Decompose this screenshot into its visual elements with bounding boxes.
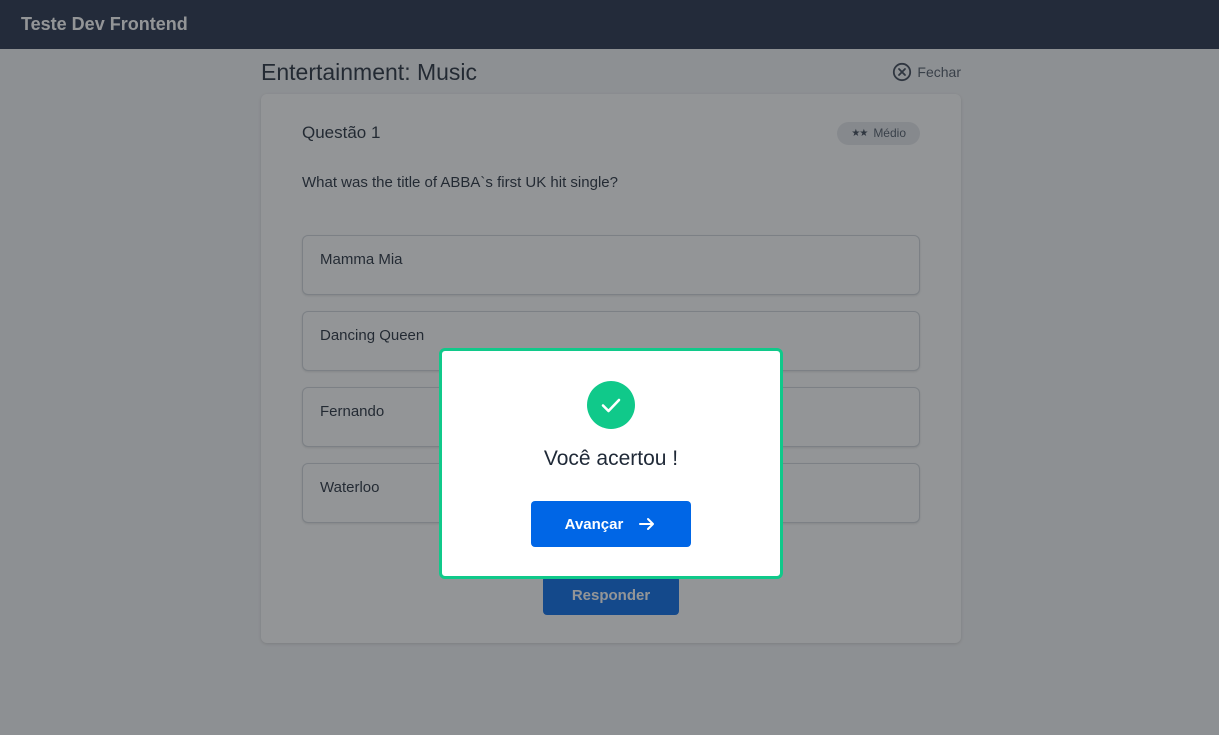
check-circle-icon xyxy=(587,381,635,429)
result-modal: Você acertou ! Avançar xyxy=(439,348,783,579)
next-button[interactable]: Avançar xyxy=(531,501,691,547)
next-button-label: Avançar xyxy=(564,515,624,533)
result-title: Você acertou ! xyxy=(543,447,679,470)
arrow-right-icon xyxy=(639,518,655,530)
